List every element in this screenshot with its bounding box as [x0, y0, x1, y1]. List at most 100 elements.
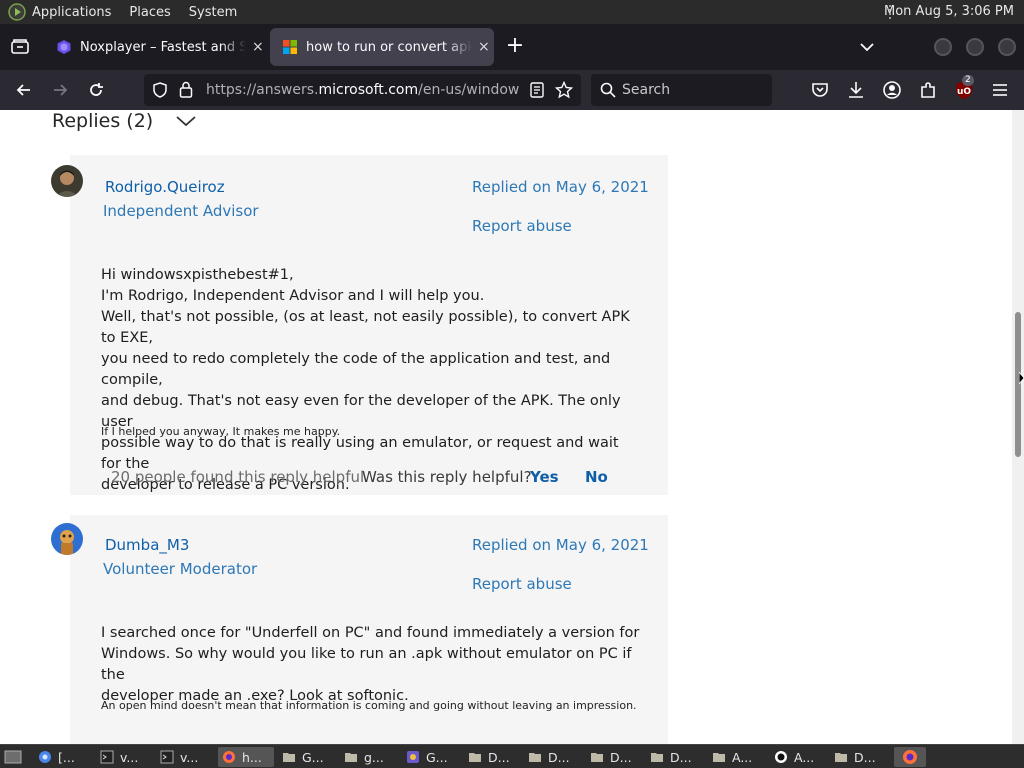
taskbar-item-label: v...	[120, 749, 139, 765]
folder-icon	[651, 753, 663, 762]
show-desktop-icon[interactable]	[4, 749, 22, 765]
close-window-button[interactable]	[998, 38, 1016, 56]
helpful-yes-button[interactable]: Yes	[530, 468, 559, 486]
terminal-icon	[100, 750, 114, 764]
taskbar-item-label: A...	[794, 749, 815, 765]
tracking-protection-shield-icon[interactable]	[152, 82, 168, 98]
reply-author-role[interactable]: Independent Advisor	[103, 202, 259, 220]
folder-icon	[529, 753, 541, 762]
vertical-scrollbar[interactable]	[1012, 110, 1024, 744]
record-icon	[775, 751, 787, 763]
app-icon	[407, 751, 419, 763]
applications-menu-icon[interactable]	[8, 3, 26, 21]
tab-noxplayer[interactable]: Noxplayer – Fastest and Smoothest ×	[44, 28, 266, 66]
taskbar-item-label: D...	[670, 749, 692, 765]
forward-icon[interactable]	[50, 80, 70, 100]
lock-icon[interactable]	[179, 81, 193, 98]
folder-icon	[591, 753, 603, 762]
firefox-view-icon[interactable]	[10, 37, 30, 57]
replies-heading: Replies (2)	[52, 110, 154, 132]
reply-body-line: Hi windowsxpisthebest#1,	[101, 267, 294, 283]
navigation-toolbar: https://answers.microsoft.com/en-us/wind…	[0, 70, 1024, 110]
taskbar-item-label: D...	[610, 749, 632, 765]
places-menu[interactable]: Places	[129, 5, 170, 20]
reader-view-icon[interactable]	[530, 82, 544, 98]
taskbar-item-folder[interactable]: D...	[528, 747, 584, 767]
system-menu[interactable]: System	[189, 5, 237, 20]
taskbar-item-label: D...	[548, 749, 570, 765]
reply-body-line: Well, that's not possible, (os at least,…	[101, 309, 630, 346]
taskbar-item-label: G...	[302, 749, 324, 765]
avatar[interactable]	[51, 523, 83, 555]
address-bar[interactable]: https://answers.microsoft.com/en-us/wind…	[144, 74, 581, 106]
taskbar-item-label: D...	[854, 749, 876, 765]
url-text[interactable]: https://answers.microsoft.com/en-us/wind…	[206, 82, 520, 98]
folder-icon	[469, 753, 481, 762]
extensions-icon[interactable]	[918, 80, 938, 100]
taskbar-item-folder[interactable]: G...	[282, 747, 338, 767]
folder-icon	[835, 753, 847, 762]
report-abuse-link[interactable]: Report abuse	[472, 575, 572, 593]
minimize-window-button[interactable]	[934, 38, 952, 56]
folder-icon	[283, 753, 295, 762]
new-tab-button[interactable]: +	[504, 35, 526, 57]
helpful-no-button[interactable]: No	[585, 468, 608, 486]
search-icon	[600, 82, 616, 98]
avatar[interactable]	[51, 165, 83, 197]
taskbar-item-app[interactable]: G...	[406, 747, 462, 767]
taskbar-item-folder[interactable]: g...	[344, 747, 400, 767]
taskbar-item-label: v...	[180, 749, 199, 765]
folder-icon	[713, 753, 725, 762]
reply-date[interactable]: Replied on May 6, 2021	[472, 178, 649, 196]
chevron-down-icon[interactable]	[175, 114, 197, 128]
reply-author-role[interactable]: Volunteer Moderator	[103, 560, 257, 578]
tab-apk-question[interactable]: how to run or convert apk file ×	[270, 28, 494, 66]
top-panel: Applications Places System Mon Aug 5, 3:…	[0, 0, 1024, 24]
taskbar-item-terminal[interactable]: v...	[100, 747, 156, 767]
pocket-icon[interactable]	[810, 80, 830, 100]
reply-author[interactable]: Dumba_M3	[105, 536, 189, 554]
reply-date[interactable]: Replied on May 6, 2021	[472, 536, 649, 554]
back-icon[interactable]	[14, 80, 34, 100]
maximize-window-button[interactable]	[966, 38, 984, 56]
downloads-icon[interactable]	[846, 80, 866, 100]
terminal-icon	[160, 750, 174, 764]
folder-icon	[345, 753, 357, 762]
microsoft-favicon-icon	[283, 40, 297, 54]
tab-title: Noxplayer – Fastest and Smoothest	[80, 39, 246, 55]
taskbar-item-firefox[interactable]: h...	[218, 747, 274, 767]
tab-close-icon[interactable]: ×	[478, 39, 490, 55]
reply-signature: An open mind doesn't mean that informati…	[101, 699, 637, 712]
taskbar-item-folder[interactable]: D...	[650, 747, 706, 767]
reply-body-line: Windows. So why would you like to run an…	[101, 646, 632, 683]
taskbar-item-terminal[interactable]: v...	[160, 747, 216, 767]
applications-menu[interactable]: Applications	[32, 5, 111, 20]
firefox-icon	[903, 750, 917, 764]
taskbar-item-folder[interactable]: D...	[590, 747, 646, 767]
taskbar-item-chromium[interactable]: [...	[38, 747, 94, 767]
reload-icon[interactable]	[86, 80, 106, 100]
taskbar: [... v... v... h... G... g... G... D... …	[0, 744, 1024, 768]
reply-signature: If I helped you anyway, It makes me happ…	[101, 425, 341, 438]
taskbar-item-firefox-pinned[interactable]	[894, 747, 926, 767]
reply-author[interactable]: Rodrigo.Queiroz	[105, 178, 225, 196]
noxplayer-favicon-icon	[57, 40, 71, 54]
hamburger-menu-icon[interactable]	[990, 80, 1010, 100]
clock[interactable]: Mon Aug 5, 3:06 PM	[884, 4, 1014, 19]
firefox-icon	[223, 751, 235, 763]
list-all-tabs-icon[interactable]	[858, 38, 876, 56]
search-placeholder: Search	[622, 82, 671, 98]
page-content: Replies (2) Rodrigo.Queiroz Independent …	[0, 110, 1024, 744]
taskbar-item-folder[interactable]: D...	[468, 747, 524, 767]
bookmark-star-icon[interactable]	[555, 81, 573, 99]
tab-close-icon[interactable]: ×	[252, 39, 264, 55]
ublock-count-badge: 2	[962, 75, 974, 86]
taskbar-item-folder[interactable]: D...	[834, 747, 890, 767]
report-abuse-link[interactable]: Report abuse	[472, 217, 572, 235]
search-bar[interactable]: Search	[591, 74, 772, 106]
taskbar-item-folder[interactable]: A...	[712, 747, 768, 767]
taskbar-item-app[interactable]: A...	[774, 747, 830, 767]
mouse-cursor-icon	[1019, 372, 1024, 385]
account-icon[interactable]	[882, 80, 902, 100]
taskbar-item-label: G...	[426, 749, 448, 765]
